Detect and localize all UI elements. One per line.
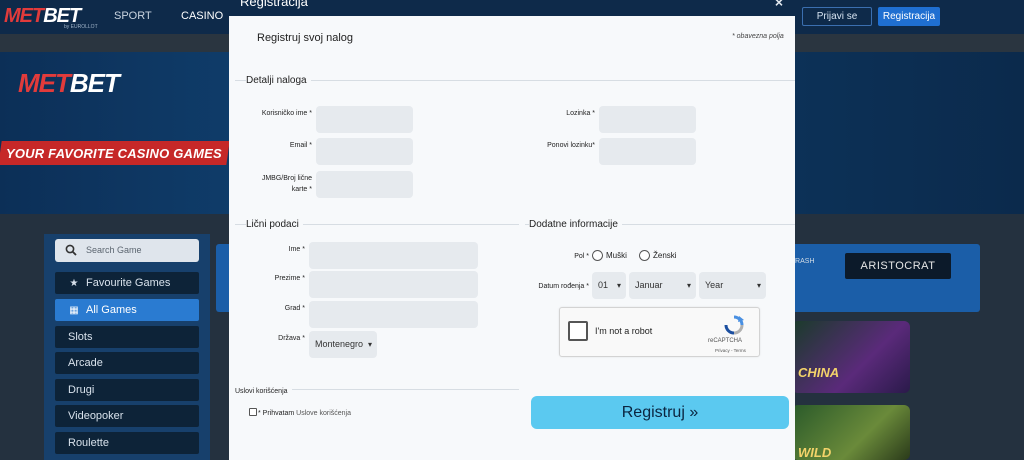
search-placeholder: Search Game bbox=[86, 245, 142, 255]
country-select[interactable]: Montenegro ▾ bbox=[309, 331, 377, 358]
logo-main-text: MET bbox=[4, 5, 44, 27]
recaptcha-brand: reCAPTCHA bbox=[708, 338, 743, 344]
city-input[interactable] bbox=[309, 301, 478, 328]
banner-tagline: YOUR FAVORITE CASINO GAMES bbox=[6, 146, 222, 161]
dob-year-select[interactable]: Year ▾ bbox=[699, 272, 766, 299]
terms-link[interactable]: Uslove korišćenja bbox=[296, 410, 351, 417]
recaptcha-label: I'm not a robot bbox=[595, 326, 653, 336]
recaptcha-widget: I'm not a robot reCAPTCHA Privacy - Term… bbox=[559, 307, 760, 357]
sidebar-item-label: All Games bbox=[86, 304, 137, 316]
game-tile-china[interactable]: CHINA bbox=[792, 321, 910, 393]
game-tile-title: WILD bbox=[798, 445, 832, 460]
sidebar-item-all-games[interactable]: ▦ All Games bbox=[55, 299, 199, 321]
game-search-box[interactable]: Search Game bbox=[55, 239, 199, 262]
jmbg-label: JMBG/Broj lične karte * bbox=[229, 173, 312, 195]
recaptcha-checkbox[interactable] bbox=[568, 321, 588, 341]
city-label: Grad * bbox=[284, 305, 305, 312]
banner-logo-main: MET bbox=[18, 68, 71, 98]
chevron-down-icon: ▾ bbox=[756, 281, 761, 290]
modal-header: Registracija × bbox=[229, 0, 795, 16]
game-tile-wild[interactable]: WILD bbox=[792, 405, 910, 460]
dob-month-select[interactable]: Januar ▾ bbox=[629, 272, 696, 299]
login-button[interactable]: Prijavi se bbox=[802, 7, 872, 26]
register-top-button[interactable]: Registracija bbox=[878, 7, 940, 26]
terms-accept-text: * Prihvatam Uslove korišćenja bbox=[258, 410, 351, 417]
section-divider bbox=[235, 80, 795, 81]
username-label: Korisničko ime * bbox=[261, 110, 312, 117]
gender-female-radio[interactable] bbox=[639, 250, 650, 261]
modal-title: Registracija bbox=[240, 0, 308, 9]
terms-accept-prefix: * Prihvatam bbox=[258, 410, 295, 417]
game-tile-title: CHINA bbox=[798, 365, 840, 380]
password-repeat-label: Ponovi lozinku* bbox=[547, 142, 595, 149]
dob-year-value: Year bbox=[705, 280, 724, 290]
gender-male-radio[interactable] bbox=[592, 250, 603, 261]
close-icon[interactable]: × bbox=[775, 0, 783, 10]
email-label: Email * bbox=[289, 142, 312, 149]
chevron-down-icon: ▾ bbox=[367, 340, 372, 349]
sidebar-item-arcade[interactable]: Arcade bbox=[55, 352, 199, 374]
form-subtitle: Registruj svoj nalog bbox=[257, 32, 353, 44]
country-label: Država * bbox=[278, 335, 305, 342]
email-input[interactable] bbox=[316, 138, 413, 165]
dob-day-select[interactable]: 01 ▾ bbox=[592, 272, 626, 299]
section-title-personal: Lični podaci bbox=[246, 219, 303, 230]
gender-male-label: Muški bbox=[606, 251, 627, 260]
sidebar-item-drugi[interactable]: Drugi bbox=[55, 379, 199, 401]
last-name-label: Prezime * bbox=[274, 275, 305, 282]
country-selected-value: Montenegro bbox=[315, 339, 364, 349]
terms-checkbox[interactable] bbox=[249, 408, 257, 416]
sidebar-item-roulette[interactable]: Roulette bbox=[55, 432, 199, 454]
first-name-label: Ime * bbox=[288, 246, 305, 253]
first-name-input[interactable] bbox=[309, 242, 478, 269]
recaptcha-privacy-terms-link[interactable]: Privacy - Terms bbox=[715, 348, 746, 353]
required-note: * obavezna polja bbox=[732, 33, 784, 40]
logo-subtext: by EUROLLOT bbox=[64, 24, 98, 30]
section-title-account: Detalji naloga bbox=[246, 75, 311, 86]
sidebar-item-label: Favourite Games bbox=[86, 277, 171, 289]
sidebar-item-slots[interactable]: Slots bbox=[55, 326, 199, 348]
username-input[interactable] bbox=[316, 106, 413, 133]
star-icon: ★ bbox=[69, 278, 79, 289]
dob-day-value: 01 bbox=[598, 280, 609, 290]
jmbg-input[interactable] bbox=[316, 171, 413, 198]
search-icon bbox=[65, 244, 77, 256]
banner-logo-accent: BET bbox=[69, 68, 120, 98]
dob-month-value: Januar bbox=[635, 280, 663, 290]
recaptcha-logo-icon bbox=[724, 315, 744, 335]
sidebar-item-videopoker[interactable]: Videopoker bbox=[55, 405, 199, 427]
provider-aristocrat[interactable]: ARISTOCRAT bbox=[845, 253, 951, 279]
nav-casino-link[interactable]: CASINO bbox=[181, 10, 223, 22]
last-name-input[interactable] bbox=[309, 271, 478, 298]
sidebar-item-favourite-games[interactable]: ★ Favourite Games bbox=[55, 272, 199, 294]
section-title-extra: Dodatne informacije bbox=[529, 219, 622, 230]
dob-label: Datum rođenja * bbox=[538, 283, 589, 290]
chevron-down-icon: ▾ bbox=[616, 281, 621, 290]
jmbg-label-line-1: JMBG/Broj lične bbox=[261, 175, 312, 182]
grid-icon: ▦ bbox=[69, 305, 79, 316]
password-input[interactable] bbox=[599, 106, 696, 133]
banner-logo: METBET bbox=[18, 68, 120, 99]
nav-sport-link[interactable]: SPORT bbox=[114, 10, 152, 22]
password-label: Lozinka * bbox=[566, 110, 595, 117]
chevron-down-icon: ▾ bbox=[686, 281, 691, 290]
jmbg-label-line-2: karte * bbox=[291, 186, 312, 193]
password-repeat-input[interactable] bbox=[599, 138, 696, 165]
terms-section-title: Uslovi korišćenja bbox=[235, 388, 292, 395]
registration-modal: Registracija × Registruj svoj nalog * ob… bbox=[229, 0, 795, 460]
gender-label: Pol * bbox=[574, 253, 589, 260]
gender-female-label: Ženski bbox=[653, 251, 677, 260]
register-submit-button[interactable]: Registruj » bbox=[531, 396, 789, 429]
